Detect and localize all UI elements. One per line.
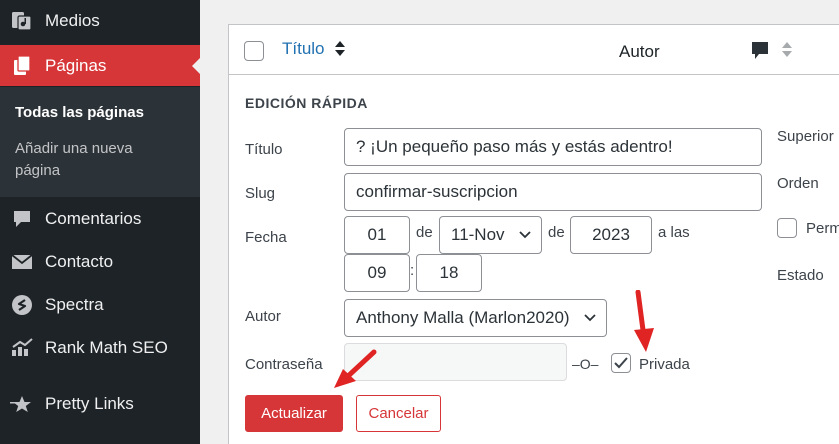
media-icon — [10, 9, 34, 33]
day-input[interactable]: 01 — [344, 216, 410, 254]
chart-icon — [10, 336, 34, 360]
update-button[interactable]: Actualizar — [245, 395, 343, 432]
status-label: Estado — [777, 267, 824, 284]
spectra-icon — [10, 293, 34, 317]
slug-label: Slug — [245, 185, 276, 202]
sidebar-item-contacto[interactable]: Contacto — [0, 242, 200, 282]
year-input[interactable]: 2023 — [570, 216, 652, 254]
sidebar-item-label: Spectra — [45, 295, 104, 314]
select-all-checkbox[interactable] — [244, 41, 264, 61]
title-input[interactable]: ? ¡Un pequeño paso más y estás adentro! — [344, 128, 762, 166]
private-checkbox[interactable] — [611, 353, 631, 373]
chevron-down-icon — [584, 314, 596, 322]
star-icon — [10, 392, 34, 416]
cancel-button[interactable]: Cancelar — [356, 395, 441, 432]
sidebar-item-label: Medios — [45, 11, 100, 30]
sidebar-item-medios[interactable]: Medios — [0, 1, 200, 41]
submenu-add-new-line2[interactable]: página — [15, 160, 60, 182]
quick-edit-heading: EDICIÓN RÁPIDA — [245, 95, 368, 111]
time-colon: : — [410, 262, 415, 279]
sidebar-item-label: Pretty Links — [45, 394, 134, 413]
column-title-sort[interactable]: Título — [282, 39, 325, 59]
permissions-label: Perm — [806, 220, 839, 237]
title-label: Título — [245, 141, 283, 158]
comment-bubble-icon[interactable] — [751, 41, 769, 61]
parent-label: Superior — [777, 128, 834, 145]
comments-icon — [10, 207, 34, 231]
table-header: Título Autor — [229, 25, 839, 75]
author-label: Autor — [245, 308, 281, 325]
minute-input[interactable]: 18 — [416, 254, 482, 292]
submenu-add-new-line1[interactable]: Añadir una nueva — [15, 138, 133, 160]
sidebar-item-pretty-links[interactable]: Pretty Links — [0, 384, 200, 424]
slug-input[interactable]: confirmar-suscripcion — [344, 173, 762, 211]
pages-icon — [10, 54, 34, 78]
month-select[interactable]: 11-Nov — [439, 216, 542, 254]
sidebar-item-paginas[interactable]: Páginas — [0, 45, 200, 86]
at-text: a las — [658, 224, 690, 241]
submenu-all-pages[interactable]: Todas las páginas — [15, 102, 144, 124]
hour-input[interactable]: 09 — [344, 254, 410, 292]
sort-arrows-icon[interactable] — [334, 38, 346, 58]
private-label: Privada — [639, 356, 690, 373]
sidebar-item-comentarios[interactable]: Comentarios — [0, 199, 200, 239]
admin-sidebar: Medios Páginas Todas las páginas Añadir … — [0, 0, 200, 444]
sidebar-item-label: Comentarios — [45, 209, 142, 228]
sidebar-item-label: Rank Math SEO — [45, 338, 168, 357]
date-label: Fecha — [245, 229, 287, 246]
mail-icon — [10, 250, 34, 274]
pages-submenu: Todas las páginas Añadir una nueva págin… — [0, 87, 200, 197]
sidebar-item-label: Contacto — [45, 252, 114, 271]
order-label: Orden — [777, 175, 819, 192]
chevron-down-icon — [519, 231, 531, 239]
month-select-value: 11-Nov — [451, 225, 505, 244]
column-author: Autor — [619, 42, 660, 61]
permissions-checkbox[interactable] — [777, 218, 797, 238]
author-select-value: Anthony Malla (Marlon2020) — [356, 308, 570, 327]
annotation-arrow-icon — [634, 290, 654, 352]
pages-list-panel: Título Autor EDICIÓN RÁPIDA Título ? ¡Un… — [228, 24, 839, 444]
sidebar-item-spectra[interactable]: Spectra — [0, 285, 200, 325]
sidebar-item-rank-math[interactable]: Rank Math SEO — [0, 328, 200, 368]
annotation-arrow-icon — [334, 349, 377, 388]
date-of-text: de — [416, 224, 433, 241]
author-select[interactable]: Anthony Malla (Marlon2020) — [344, 299, 607, 337]
sidebar-item-label: Páginas — [45, 55, 107, 75]
checkmark-icon — [614, 357, 628, 369]
password-label: Contraseña — [245, 356, 323, 373]
or-separator: –O– — [572, 356, 599, 372]
date-of-text: de — [548, 224, 565, 241]
sort-arrows-icon[interactable] — [781, 39, 793, 59]
